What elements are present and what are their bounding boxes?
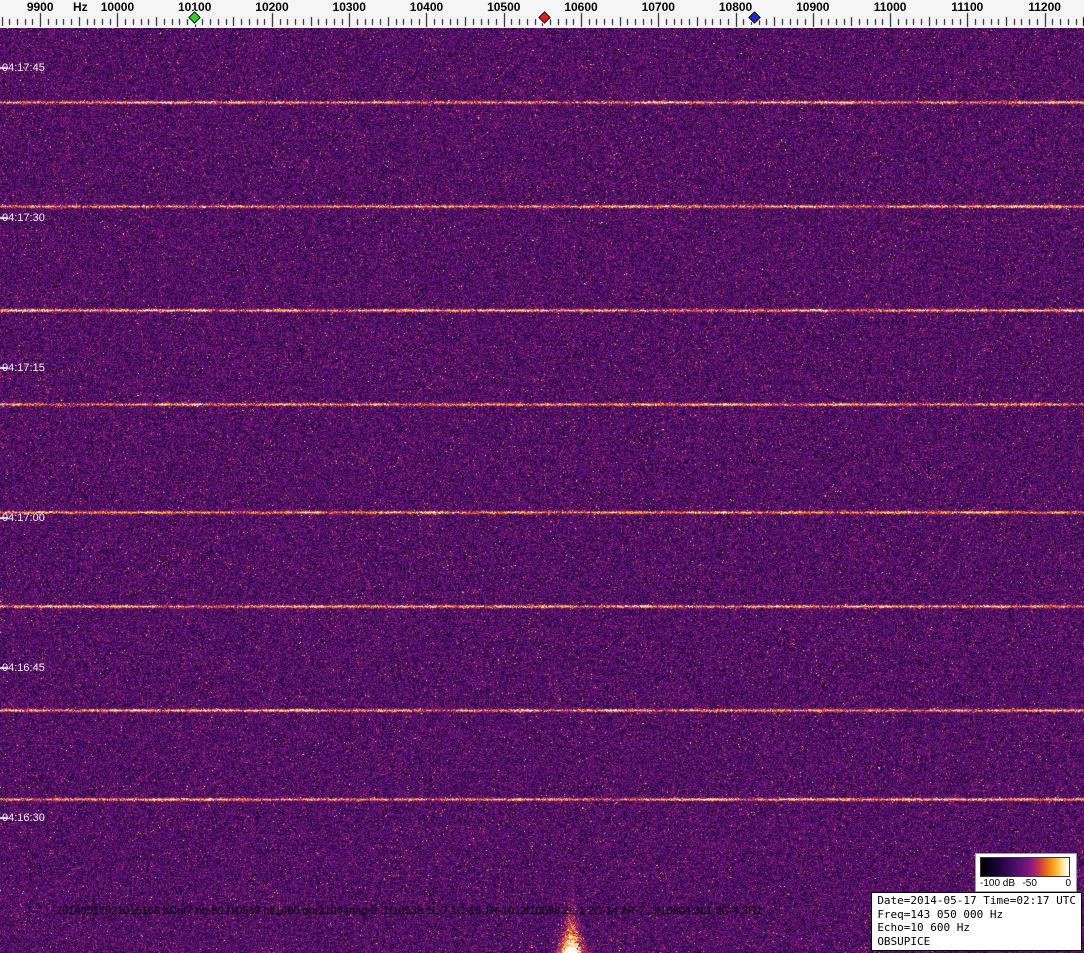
freq-tick-label: 11200 <box>1028 0 1061 14</box>
observation-info-box: Date=2014-05-17 Time=02:17 UTC Freq=143 … <box>871 892 1082 951</box>
freq-tick-label: 11000 <box>873 0 907 14</box>
time-label: 04:17:30 <box>2 212 45 224</box>
freq-tick-label: 10600 <box>564 0 598 14</box>
spectrogram-canvas[interactable] <box>0 28 1084 953</box>
freq-tick-label: 10400 <box>409 0 444 14</box>
freq-tick-label: 10800 <box>718 0 753 14</box>
time-label: 04:16:45 <box>2 662 45 674</box>
detection-text: 20140517021615168 hCnt7 nb-80 f10539 hit… <box>56 905 763 917</box>
freq-tick-label: 10900 <box>796 0 830 14</box>
info-frequency: Freq=143 050 000 Hz <box>877 907 1004 921</box>
colorbar-min-label: -100 dB <box>980 878 1016 889</box>
time-label: 04:17:15 <box>2 362 45 374</box>
colorbar-mid-label: -50 <box>1022 878 1037 889</box>
colorbar-gradient <box>980 857 1070 877</box>
spectrogram-area: 04:17:45 04:17:30 04:17:15 04:17:00 04:16:45… <box>0 28 1084 953</box>
time-label: 04:16:30 <box>2 812 45 824</box>
info-date-time: Date=2014-05-17 Time=02:17 UTC <box>877 894 1076 907</box>
meteor-echo-spectrogram-window: 9900 Hz 10000 10100 10200 10300 10400 10500 1060… <box>0 0 1084 953</box>
colorbar-legend: -100 dB -50 0 <box>975 853 1077 892</box>
freq-tick-label: 10000 <box>100 0 135 14</box>
freq-tick-label: 11100 <box>951 0 984 14</box>
colorbar-labels: -100 dB -50 0 <box>980 877 1072 890</box>
info-echo: Echo=10 600 Hz <box>877 921 971 934</box>
freq-tick-label: 10500 <box>487 0 521 14</box>
freq-tick-label: Hz <box>73 0 88 14</box>
time-label: 04:17:00 <box>2 512 45 524</box>
freq-tick-label: 9900 <box>26 0 54 14</box>
colorbar-max-label: 0 <box>1065 878 1071 889</box>
frequency-ruler[interactable]: 9900 Hz 10000 10100 10200 10300 10400 10500 1060… <box>0 0 1084 28</box>
freq-tick-label: 10700 <box>641 0 675 14</box>
freq-tick-label: 10200 <box>255 0 289 14</box>
time-label: 04:17:45 <box>2 62 45 74</box>
freq-tick-label: 10300 <box>332 0 366 14</box>
info-observatory: OBSUPICE <box>877 934 931 948</box>
